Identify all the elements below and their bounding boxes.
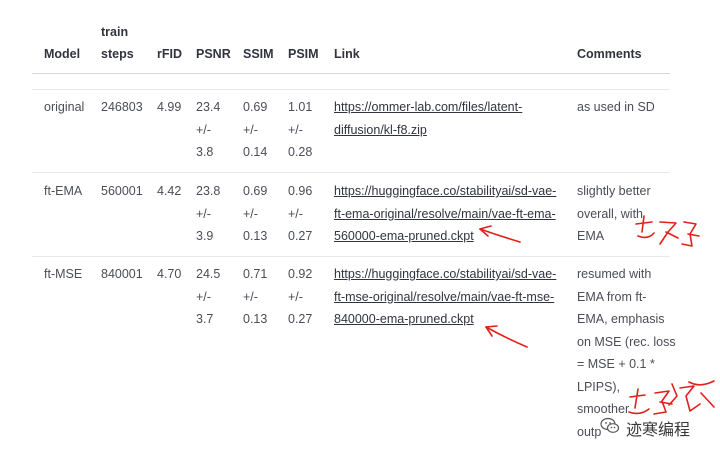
watermark-text: 迹寒编程 bbox=[626, 420, 691, 439]
red-arrow-1 bbox=[479, 228, 521, 243]
red-arrow-2 bbox=[485, 326, 528, 348]
handwriting-scribble-2 bbox=[628, 380, 715, 415]
handwriting-scribble-1 bbox=[635, 215, 700, 247]
annotation-layer bbox=[479, 215, 715, 415]
watermark: 迹寒编程 bbox=[600, 416, 690, 440]
wechat-icon bbox=[600, 417, 620, 440]
red-arrow-2-head bbox=[485, 325, 498, 337]
